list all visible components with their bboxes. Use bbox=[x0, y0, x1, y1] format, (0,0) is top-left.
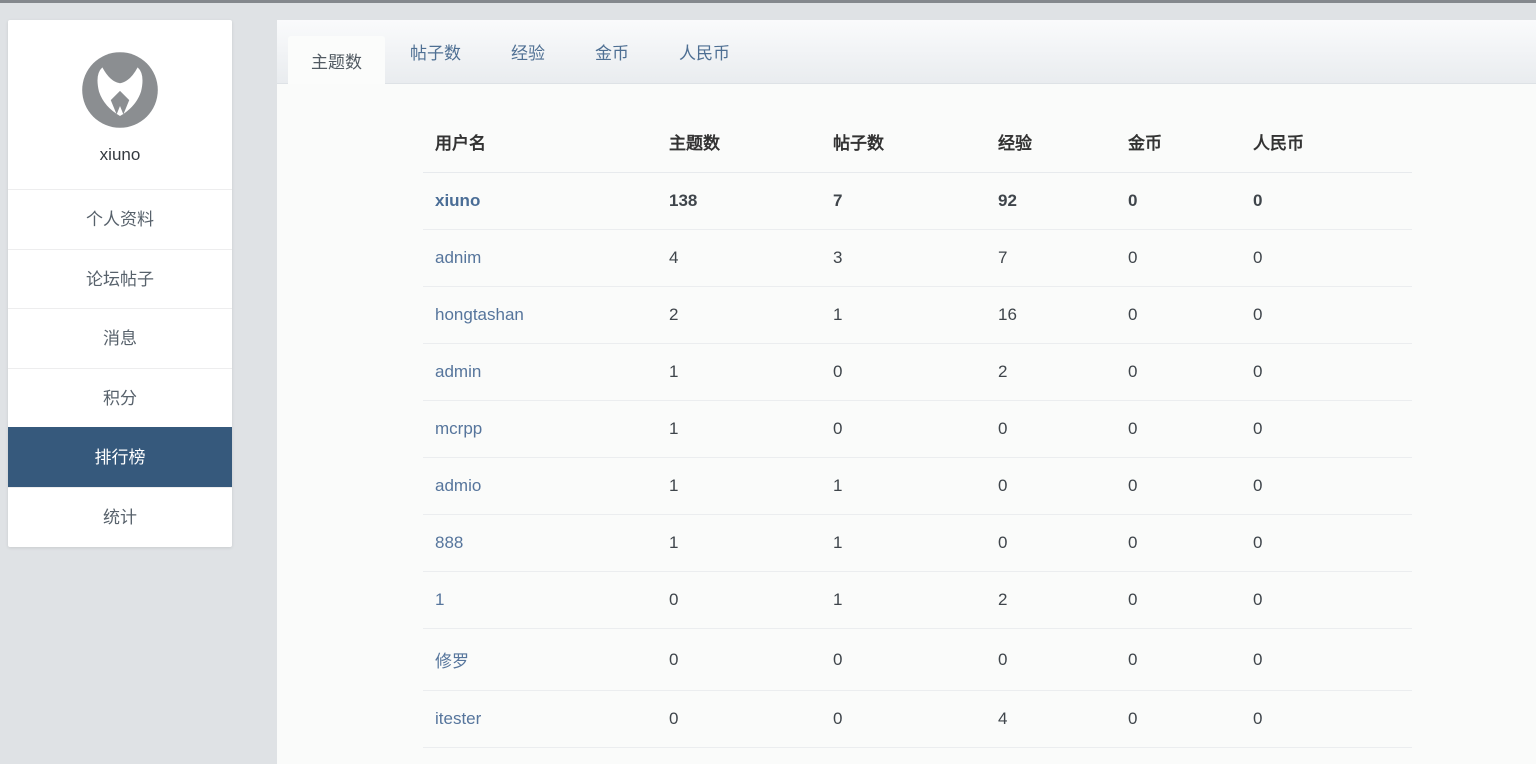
cell-gold: 0 bbox=[1128, 230, 1253, 287]
table-header-row: 用户名 主题数 帖子数 经验 金币 人民币 bbox=[423, 111, 1412, 173]
username-link[interactable]: adnim bbox=[435, 248, 481, 267]
cell-gold: 0 bbox=[1128, 515, 1253, 572]
cell-posts: 1 bbox=[833, 515, 998, 572]
cell-rmb: 0 bbox=[1253, 515, 1412, 572]
table-row: xiuno 138 7 92 0 0 bbox=[423, 173, 1412, 230]
cell-experience: 0 bbox=[998, 515, 1128, 572]
cell-gold: 0 bbox=[1128, 629, 1253, 691]
table-row: admin 1 0 2 0 0 bbox=[423, 344, 1412, 401]
tab-rmb[interactable]: 人民币 bbox=[654, 20, 755, 83]
cell-rmb: 0 bbox=[1253, 458, 1412, 515]
sidebar-item-messages[interactable]: 消息 bbox=[8, 308, 232, 368]
cell-gold: 0 bbox=[1128, 344, 1253, 401]
cell-topics: 138 bbox=[669, 173, 833, 230]
user-sidebar: xiuno 个人资料 论坛帖子 消息 积分 排行榜 统计 bbox=[8, 20, 232, 547]
cell-posts: 7 bbox=[833, 173, 998, 230]
sidebar-item-credits[interactable]: 积分 bbox=[8, 368, 232, 428]
cell-topics: 0 bbox=[669, 572, 833, 629]
cell-gold: 0 bbox=[1128, 287, 1253, 344]
cell-experience: 4 bbox=[998, 691, 1128, 748]
cell-posts: 1 bbox=[833, 572, 998, 629]
tab-gold[interactable]: 金币 bbox=[570, 20, 654, 83]
username-link[interactable]: 888 bbox=[435, 533, 463, 552]
table-row: admio 1 1 0 0 0 bbox=[423, 458, 1412, 515]
username-link[interactable]: 修罗 bbox=[435, 652, 469, 671]
cell-experience: 2 bbox=[998, 344, 1128, 401]
sidebar-item-forum-posts[interactable]: 论坛帖子 bbox=[8, 249, 232, 309]
cell-rmb: 0 bbox=[1253, 344, 1412, 401]
cell-experience: 16 bbox=[998, 287, 1128, 344]
sidebar-item-ranking[interactable]: 排行榜 bbox=[8, 427, 232, 487]
cell-experience: 2 bbox=[998, 572, 1128, 629]
cell-posts: 1 bbox=[833, 458, 998, 515]
sidebar-item-statistics[interactable]: 统计 bbox=[8, 487, 232, 547]
col-header-posts: 帖子数 bbox=[833, 111, 998, 173]
user-avatar-xiuno-bull-icon bbox=[78, 48, 162, 132]
cell-posts: 0 bbox=[833, 629, 998, 691]
cell-rmb: 0 bbox=[1253, 691, 1412, 748]
table-row: hongtashan 2 1 16 0 0 bbox=[423, 287, 1412, 344]
cell-gold: 0 bbox=[1128, 458, 1253, 515]
table-row: mcrpp 1 0 0 0 0 bbox=[423, 401, 1412, 458]
cell-topics: 4 bbox=[669, 230, 833, 287]
cell-gold: 0 bbox=[1128, 572, 1253, 629]
sidebar-username: xiuno bbox=[8, 145, 232, 165]
profile-block: xiuno bbox=[8, 20, 232, 189]
cell-rmb: 0 bbox=[1253, 287, 1412, 344]
top-border bbox=[0, 0, 1536, 3]
ranking-table: 用户名 主题数 帖子数 经验 金币 人民币 xiuno 138 7 92 0 0 bbox=[423, 111, 1412, 748]
cell-experience: 0 bbox=[998, 401, 1128, 458]
col-header-topics: 主题数 bbox=[669, 111, 833, 173]
cell-gold: 0 bbox=[1128, 691, 1253, 748]
cell-topics: 1 bbox=[669, 401, 833, 458]
username-link[interactable]: admin bbox=[435, 362, 481, 381]
cell-rmb: 0 bbox=[1253, 401, 1412, 458]
username-link[interactable]: 1 bbox=[435, 590, 444, 609]
col-header-gold: 金币 bbox=[1128, 111, 1253, 173]
cell-experience: 0 bbox=[998, 629, 1128, 691]
ranking-content: 用户名 主题数 帖子数 经验 金币 人民币 xiuno 138 7 92 0 0 bbox=[277, 84, 1536, 748]
main-panel: 主题数 帖子数 经验 金币 人民币 用户名 主题数 帖子数 经验 金币 人民币 bbox=[277, 20, 1536, 764]
username-link[interactable]: xiuno bbox=[435, 191, 480, 210]
ranking-tabbar: 主题数 帖子数 经验 金币 人民币 bbox=[277, 20, 1536, 84]
tab-posts[interactable]: 帖子数 bbox=[385, 20, 486, 83]
cell-experience: 92 bbox=[998, 173, 1128, 230]
cell-topics: 1 bbox=[669, 515, 833, 572]
cell-topics: 0 bbox=[669, 629, 833, 691]
cell-gold: 0 bbox=[1128, 401, 1253, 458]
username-link[interactable]: hongtashan bbox=[435, 305, 524, 324]
cell-posts: 0 bbox=[833, 401, 998, 458]
cell-posts: 0 bbox=[833, 691, 998, 748]
cell-posts: 3 bbox=[833, 230, 998, 287]
col-header-rmb: 人民币 bbox=[1253, 111, 1412, 173]
tab-experience[interactable]: 经验 bbox=[486, 20, 570, 83]
table-row: itester 0 0 4 0 0 bbox=[423, 691, 1412, 748]
sidebar-menu: 个人资料 论坛帖子 消息 积分 排行榜 统计 bbox=[8, 189, 232, 547]
col-header-experience: 经验 bbox=[998, 111, 1128, 173]
username-link[interactable]: mcrpp bbox=[435, 419, 482, 438]
table-row: 1 0 1 2 0 0 bbox=[423, 572, 1412, 629]
table-row: adnim 4 3 7 0 0 bbox=[423, 230, 1412, 287]
cell-topics: 2 bbox=[669, 287, 833, 344]
cell-rmb: 0 bbox=[1253, 230, 1412, 287]
username-link[interactable]: admio bbox=[435, 476, 481, 495]
table-row: 修罗 0 0 0 0 0 bbox=[423, 629, 1412, 691]
cell-topics: 1 bbox=[669, 344, 833, 401]
table-row: 888 1 1 0 0 0 bbox=[423, 515, 1412, 572]
sidebar-item-profile[interactable]: 个人资料 bbox=[8, 189, 232, 249]
cell-rmb: 0 bbox=[1253, 629, 1412, 691]
cell-rmb: 0 bbox=[1253, 572, 1412, 629]
username-link[interactable]: itester bbox=[435, 709, 481, 728]
cell-gold: 0 bbox=[1128, 173, 1253, 230]
cell-posts: 0 bbox=[833, 344, 998, 401]
cell-experience: 0 bbox=[998, 458, 1128, 515]
cell-experience: 7 bbox=[998, 230, 1128, 287]
cell-topics: 0 bbox=[669, 691, 833, 748]
tab-topics[interactable]: 主题数 bbox=[288, 36, 385, 84]
cell-topics: 1 bbox=[669, 458, 833, 515]
cell-rmb: 0 bbox=[1253, 173, 1412, 230]
col-header-username: 用户名 bbox=[423, 111, 669, 173]
cell-posts: 1 bbox=[833, 287, 998, 344]
